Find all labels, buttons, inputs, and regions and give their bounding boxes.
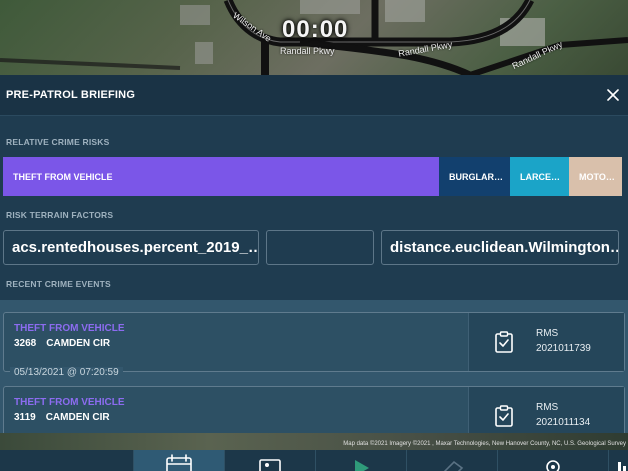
toolbar-image-button[interactable] (224, 450, 315, 471)
event-address: 3119 CAMDEN CIR (14, 412, 110, 423)
recent-crime-events-list[interactable]: THEFT FROM VEHICLE 3268 CAMDEN CIR RMS 20… (0, 300, 628, 433)
close-button[interactable] (603, 85, 623, 105)
terrain-factor-1[interactable]: acs.rentedhouses.percent_2019_… (3, 230, 259, 265)
terrain-factor-2[interactable] (266, 230, 374, 265)
event-report[interactable]: RMS 2021011134 (468, 387, 624, 433)
event-source: RMS (536, 402, 559, 413)
risk-segment[interactable]: LARCE… (510, 157, 569, 196)
location-pin-icon (546, 460, 560, 471)
event-street-number: 3268 (14, 338, 37, 349)
event-address: 3268 CAMDEN CIR (14, 338, 110, 349)
patrol-timer: 00:00 (282, 16, 349, 43)
toolbar-chart-button[interactable] (608, 450, 628, 471)
event-type: THEFT FROM VEHICLE (14, 323, 125, 334)
section-label-events: RECENT CRIME EVENTS (6, 279, 111, 289)
map-attribution-strip: Map data ©2021 Imagery ©2021 , Maxar Tec… (0, 433, 628, 450)
terrain-factor-3[interactable]: distance.euclidean.Wilmington… (381, 230, 619, 265)
event-details: THEFT FROM VEHICLE 3119 CAMDEN CIR (4, 387, 468, 433)
road-label: Randall Pkwy (280, 46, 335, 56)
relative-crime-risk-bar: THEFT FROM VEHICLE BURGLAR… LARCE… MOTO… (3, 157, 622, 196)
map-attribution: Map data ©2021 Imagery ©2021 , Maxar Tec… (343, 441, 626, 447)
event-street: CAMDEN CIR (45, 412, 110, 423)
bar-chart-icon (617, 462, 626, 471)
event-report[interactable]: RMS 2021011739 (468, 313, 624, 371)
section-label-terrain: RISK TERRAIN FACTORS (6, 210, 114, 220)
event-report-id: 2021011134 (536, 417, 591, 428)
panel-title: PRE-PATROL BRIEFING (6, 89, 136, 101)
toolbar-eraser-button[interactable] (406, 450, 497, 471)
clipboard-check-icon (495, 331, 513, 353)
event-street: CAMDEN CIR (46, 338, 111, 349)
eraser-icon (443, 460, 464, 471)
event-street-number: 3119 (14, 412, 36, 423)
pre-patrol-briefing-panel: PRE-PATROL BRIEFING RELATIVE CRIME RISKS… (0, 75, 628, 433)
calendar-icon (166, 454, 192, 471)
close-icon (607, 89, 619, 101)
event-report-id: 2021011739 (536, 343, 591, 354)
panel-header: PRE-PATROL BRIEFING (0, 75, 628, 116)
section-label-risks: RELATIVE CRIME RISKS (6, 137, 110, 147)
risk-segment[interactable]: BURGLAR… (439, 157, 510, 196)
bottom-toolbar (0, 450, 628, 471)
map-view[interactable]: Wilson Ave Randall Pkwy Randall Pkwy Ran… (0, 0, 628, 75)
event-source: RMS (536, 328, 559, 339)
event-type: THEFT FROM VEHICLE (14, 397, 125, 408)
risk-segment[interactable]: MOTO… (569, 157, 622, 196)
toolbar-location-button[interactable] (497, 450, 608, 471)
image-icon (259, 459, 281, 471)
event-datetime: 05/13/2021 @ 07:20:59 (10, 367, 123, 378)
toolbar-play-button[interactable] (315, 450, 406, 471)
event-details: THEFT FROM VEHICLE 3268 CAMDEN CIR (4, 313, 468, 371)
risk-segment[interactable]: THEFT FROM VEHICLE (3, 157, 439, 196)
clipboard-check-icon (495, 405, 513, 427)
crime-event-card[interactable]: THEFT FROM VEHICLE 3119 CAMDEN CIR RMS 20… (3, 386, 625, 433)
crime-event-card[interactable]: THEFT FROM VEHICLE 3268 CAMDEN CIR RMS 20… (3, 312, 625, 372)
toolbar-calendar-button[interactable] (133, 450, 224, 471)
play-icon (355, 460, 369, 471)
